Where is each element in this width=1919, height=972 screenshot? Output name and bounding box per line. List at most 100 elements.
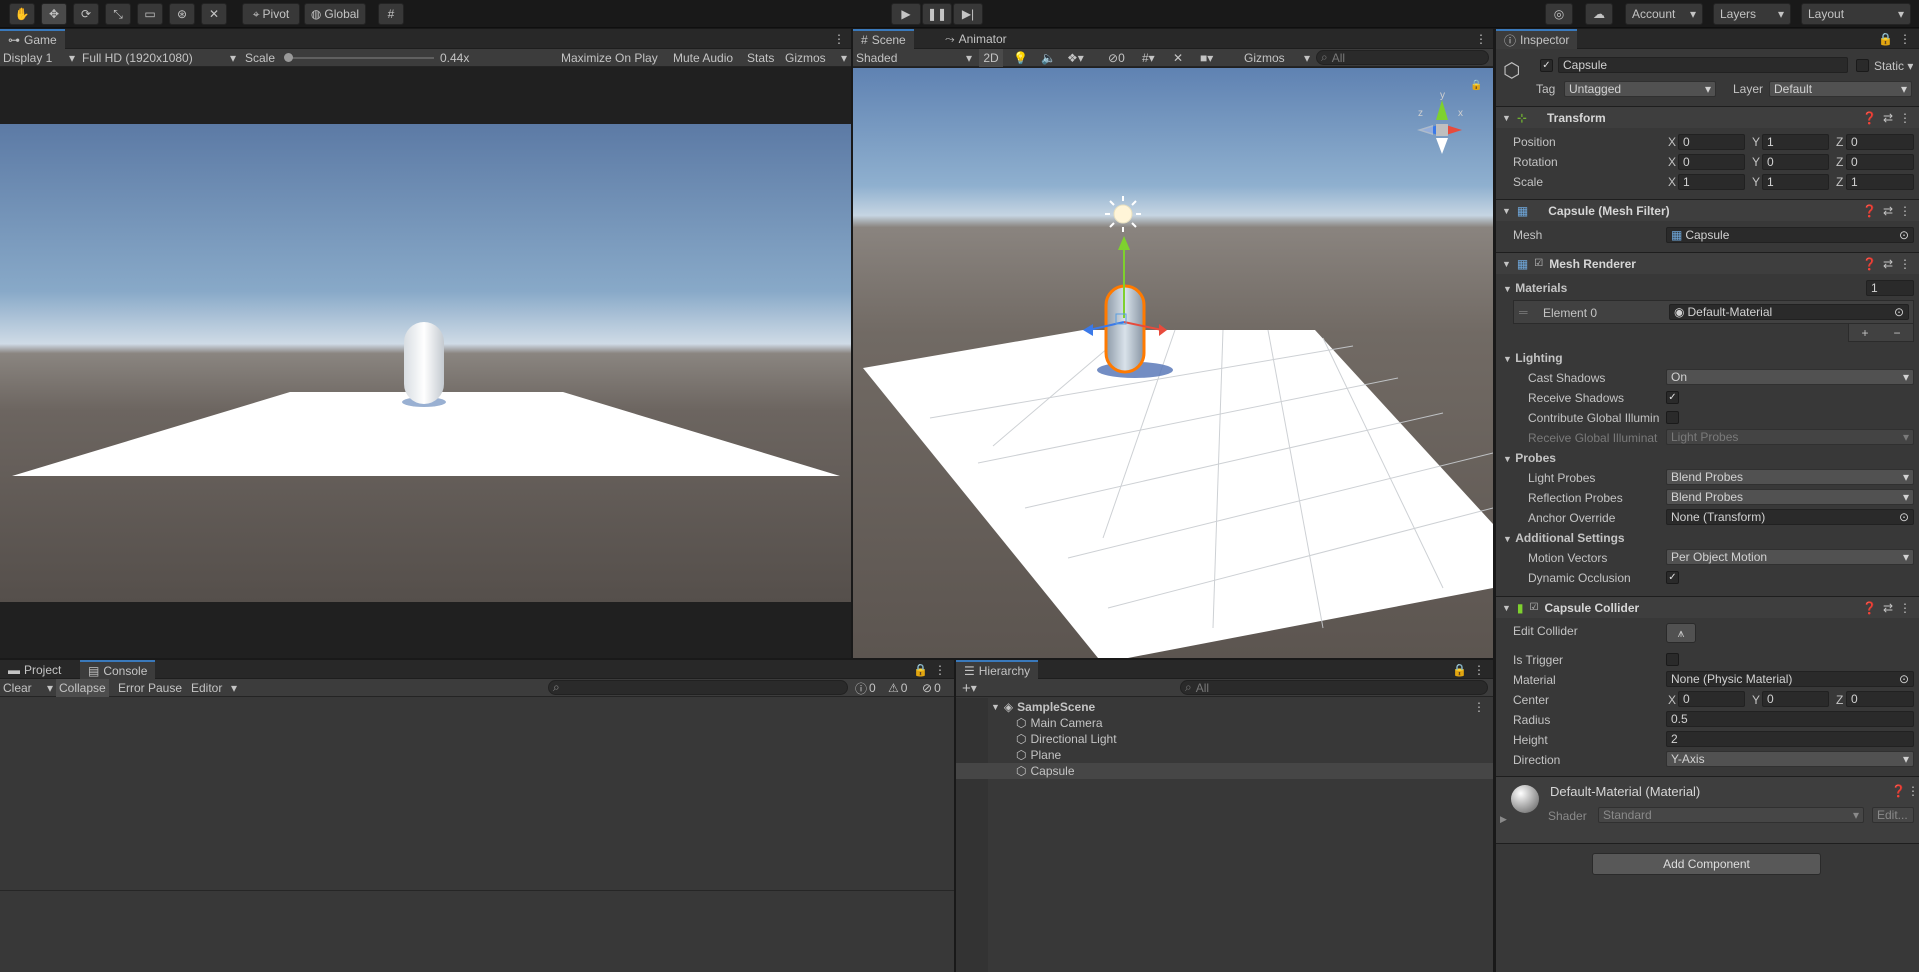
transform-tool-button[interactable]: ⊛ — [169, 3, 195, 25]
plus-icon[interactable]: + — [1861, 326, 1868, 340]
scene-gizmos-dropdown[interactable]: Gizmos ▾ — [1244, 49, 1310, 67]
chevron-down-icon[interactable]: ▼ — [1502, 603, 1511, 613]
height-field[interactable]: 2 — [1666, 731, 1914, 747]
2d-toggle[interactable]: 2D — [979, 49, 1003, 67]
drag-handle-icon[interactable]: ═ — [1519, 305, 1528, 319]
mesh-renderer-header[interactable]: ▼ ▦ ☑ Mesh Renderer ❓ ⇄ ⋮ — [1496, 252, 1919, 274]
pivot-button[interactable]: ⌖ Pivot — [242, 3, 300, 25]
dynamic-occlusion-checkbox[interactable]: ✓ — [1666, 571, 1679, 584]
cloud-button[interactable]: ☁ — [1585, 3, 1613, 25]
component-menu-icon[interactable]: ⋮ — [1899, 257, 1911, 271]
additional-settings-foldout[interactable]: ▼ Additional Settings — [1503, 531, 1625, 545]
motion-vectors-dropdown[interactable]: Per Object Motion ▾ — [1666, 549, 1914, 565]
presets-icon[interactable]: ⇄ — [1883, 257, 1893, 271]
collider-material-field[interactable]: None (Physic Material) ⊙ — [1666, 671, 1914, 687]
tab-inspector[interactable]: ⓘ Inspector — [1496, 29, 1578, 49]
anchor-override-field[interactable]: None (Transform) ⊙ — [1666, 509, 1914, 525]
cast-shadows-dropdown[interactable]: On ▾ — [1666, 369, 1914, 385]
help-icon[interactable]: ❓ — [1862, 601, 1877, 615]
maximize-on-play-toggle[interactable]: Maximize On Play — [561, 49, 658, 67]
mesh-filter-header[interactable]: ▼ ▦ Capsule (Mesh Filter) ❓ ⇄ ⋮ — [1496, 199, 1919, 221]
scale-slider-track[interactable] — [286, 57, 434, 59]
lock-icon[interactable]: 🔒 — [1878, 30, 1893, 48]
scale-slider-handle[interactable] — [284, 53, 293, 62]
shader-edit-button[interactable]: Edit... — [1872, 807, 1914, 823]
lock-icon[interactable]: 🔒 — [1470, 79, 1482, 91]
chevron-down-icon[interactable]: ▼ — [1502, 206, 1511, 216]
tab-hierarchy[interactable]: ☰ Hierarchy — [956, 660, 1039, 680]
hierarchy-search-input[interactable]: ⌕ All — [1180, 680, 1488, 695]
scale-tool-button[interactable]: ⤡ — [105, 3, 131, 25]
chevron-down-icon[interactable]: ▼ — [991, 702, 1000, 712]
mute-audio-toggle[interactable]: Mute Audio — [673, 49, 733, 67]
stats-toggle[interactable]: Stats — [747, 49, 774, 67]
mesh-object-field[interactable]: ▦ Capsule ⊙ — [1666, 227, 1914, 243]
component-menu-icon[interactable]: ⋮ — [1899, 111, 1911, 125]
step-button[interactable]: ▶| — [953, 3, 983, 25]
lighting-icon[interactable]: 💡 — [1013, 49, 1028, 67]
pause-button[interactable]: ❚❚ — [922, 3, 952, 25]
center-z-field[interactable]: 0 — [1846, 691, 1914, 707]
audio-icon[interactable]: 🔈 — [1041, 49, 1056, 67]
hierarchy-item[interactable]: ⬡ Plane — [956, 747, 1493, 763]
scene-viewport[interactable]: y z x 🔒 — [853, 68, 1494, 658]
enabled-checkbox[interactable]: ☑ — [1530, 602, 1539, 613]
visibility-icon[interactable]: ⊘ 0 — [1108, 49, 1125, 67]
game-viewport[interactable] — [0, 124, 851, 602]
console-divider[interactable] — [0, 890, 954, 891]
hierarchy-item-selected[interactable]: ⬡ Capsule — [956, 763, 1493, 779]
presets-icon[interactable]: ⇄ — [1883, 111, 1893, 125]
scene-menu-button[interactable]: ⋮ — [1475, 30, 1487, 48]
direction-dropdown[interactable]: Y-Axis ▾ — [1666, 751, 1914, 767]
object-picker-icon[interactable]: ⊙ — [1899, 228, 1909, 242]
material-menu-icon[interactable]: ⋮ — [1907, 784, 1919, 798]
help-icon[interactable]: ❓ — [1862, 204, 1877, 218]
clear-dropdown[interactable]: Clear ▾ — [3, 679, 53, 697]
position-x-field[interactable]: 0 — [1678, 134, 1745, 150]
light-probes-dropdown[interactable]: Blend Probes ▾ — [1666, 469, 1914, 485]
active-checkbox[interactable]: ✓ — [1540, 59, 1553, 72]
scene-search-input[interactable]: ⌕ All — [1316, 50, 1489, 65]
center-x-field[interactable]: 0 — [1678, 691, 1745, 707]
hierarchy-item[interactable]: ⬡ Directional Light — [956, 731, 1493, 747]
tab-scene[interactable]: # Scene — [853, 29, 914, 49]
scene-menu-icon[interactable]: ⋮ — [1473, 700, 1485, 714]
component-menu-icon[interactable]: ⋮ — [1899, 204, 1911, 218]
materials-size-field[interactable]: 1 — [1866, 280, 1914, 296]
custom-tool-button[interactable]: ✕ — [201, 3, 227, 25]
shading-dropdown[interactable]: Shaded ▾ — [856, 49, 972, 67]
move-tool-button[interactable]: ✥ — [41, 3, 67, 25]
tab-animator[interactable]: ⤳ Animator — [937, 29, 1015, 49]
layout-dropdown[interactable]: Layout ▾ — [1801, 3, 1911, 25]
directional-light-icon[interactable] — [1113, 204, 1133, 224]
scene-tools-icon[interactable]: ✕ — [1173, 49, 1183, 67]
error-filter-toggle[interactable]: ⊘ 0 — [922, 679, 941, 697]
collapse-toggle[interactable]: Collapse — [56, 679, 109, 697]
rotation-x-field[interactable]: 0 — [1678, 154, 1745, 170]
rotate-tool-button[interactable]: ⟳ — [73, 3, 99, 25]
radius-field[interactable]: 0.5 — [1666, 711, 1914, 727]
center-y-field[interactable]: 0 — [1762, 691, 1829, 707]
minus-icon[interactable]: − — [1893, 326, 1900, 340]
static-checkbox[interactable] — [1856, 59, 1869, 72]
game-gizmos-dropdown[interactable]: Gizmos ▾ — [785, 49, 847, 67]
log-filter-toggle[interactable]: ⓘ 0 — [855, 679, 876, 697]
shader-dropdown[interactable]: Standard ▾ — [1598, 807, 1864, 823]
help-icon[interactable]: ❓ — [1862, 257, 1877, 271]
scene-row[interactable]: ▼ ◈ SampleScene ⋮ — [956, 699, 1493, 715]
scale-z-field[interactable]: 1 — [1846, 174, 1914, 190]
scale-x-field[interactable]: 1 — [1678, 174, 1745, 190]
layer-dropdown[interactable]: Default ▾ — [1769, 81, 1912, 97]
position-y-field[interactable]: 1 — [1762, 134, 1829, 150]
hierarchy-item[interactable]: ⬡ Main Camera — [956, 715, 1493, 731]
display-dropdown[interactable]: Display 1 ▾ — [3, 49, 75, 67]
is-trigger-checkbox[interactable] — [1666, 653, 1679, 666]
static-dropdown[interactable]: Static ▾ — [1874, 59, 1913, 73]
chevron-down-icon[interactable]: ▼ — [1502, 113, 1511, 123]
collab-button[interactable]: ◎ — [1545, 3, 1573, 25]
reflection-probes-dropdown[interactable]: Blend Probes ▾ — [1666, 489, 1914, 505]
resolution-dropdown[interactable]: Full HD (1920x1080) ▾ — [82, 49, 236, 67]
layers-dropdown[interactable]: Layers ▾ — [1713, 3, 1791, 25]
object-picker-icon[interactable]: ⊙ — [1899, 510, 1909, 524]
capsule-collider-header[interactable]: ▼ ▮ ☑ Capsule Collider ❓ ⇄ ⋮ — [1496, 596, 1919, 618]
